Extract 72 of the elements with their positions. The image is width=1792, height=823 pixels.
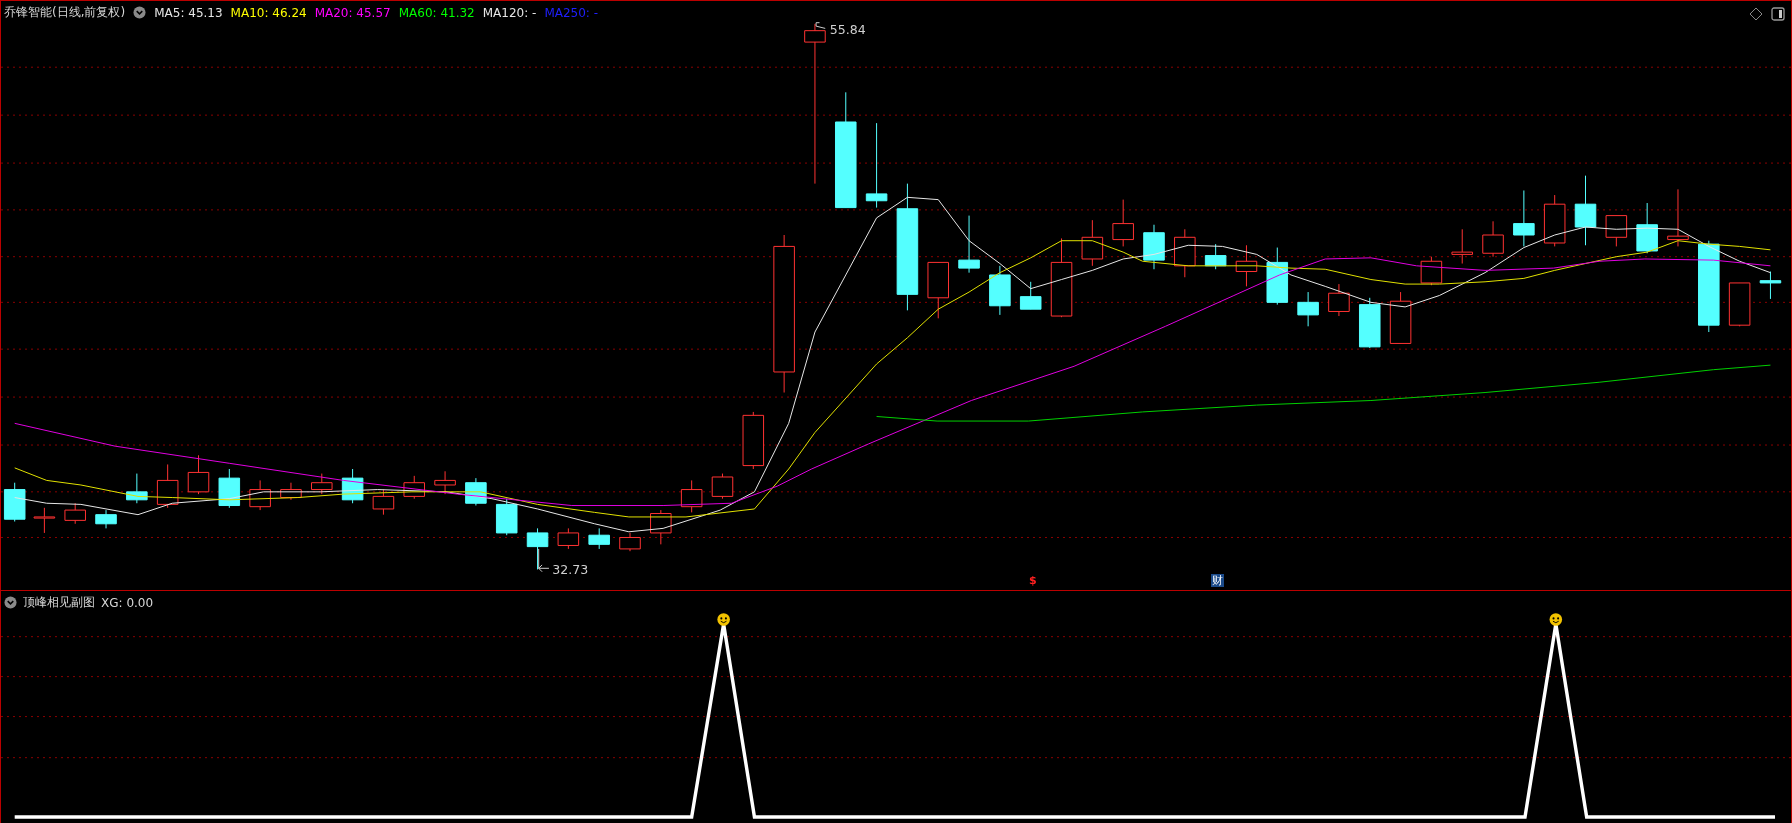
candlestick (1543, 194, 1566, 247)
candlestick (1667, 188, 1689, 247)
candlestick (711, 473, 734, 500)
candlestick (526, 527, 549, 570)
candlestick (3, 482, 26, 522)
candlestick (1759, 271, 1782, 300)
moving-average-value: MA250: - (544, 5, 599, 20)
candlestick (1019, 281, 1042, 310)
candlestick (588, 527, 610, 550)
candlestick (434, 470, 456, 495)
candlestick (465, 477, 487, 507)
candlestick (1359, 297, 1381, 349)
candlestick (187, 454, 210, 495)
moving-average-value: MA10: 46.24 (230, 5, 307, 20)
moving-average-value: MA120: - (482, 5, 537, 20)
candlestick (650, 509, 672, 545)
indicator-title: 顶峰相见副图 (23, 594, 95, 611)
candlestick (1420, 256, 1443, 286)
candlestick (64, 502, 86, 525)
candlestick (218, 468, 241, 509)
candlestick (280, 482, 302, 501)
candlestick (1174, 228, 1196, 278)
candlestick (1574, 175, 1597, 246)
candlestick (1605, 215, 1628, 247)
moving-average-value: MA20: 45.57 (314, 5, 391, 20)
candlestick (1081, 219, 1104, 267)
candlestick (1297, 291, 1319, 327)
high-price-label: 55.84 (829, 22, 866, 38)
moving-average-value: MA5: 45.13 (154, 5, 223, 20)
candlestick (1636, 202, 1658, 254)
candlestick (1143, 224, 1165, 270)
stock-title: 乔锋智能(日线,前复权) (4, 4, 126, 21)
indicator-value: XG: 0.00 (101, 595, 154, 610)
candlestick (1389, 291, 1412, 344)
candlestick (1482, 220, 1504, 258)
candlestick (495, 498, 518, 536)
candlestick (1513, 190, 1535, 247)
candlestick (557, 527, 580, 550)
candlestick (1112, 199, 1134, 247)
low-pointer-icon (538, 548, 550, 573)
candlestick (989, 265, 1011, 316)
candlestick (958, 215, 980, 274)
candlestick (1266, 247, 1289, 306)
event-marker[interactable]: 财 (1211, 574, 1224, 587)
candlestick (742, 411, 765, 470)
candlestick (1328, 283, 1350, 317)
low-price-label: 32.73 (552, 562, 589, 577)
candlestick (1728, 282, 1751, 327)
candlestick (927, 261, 949, 319)
event-marker[interactable]: $ (1029, 574, 1037, 587)
candlestick (619, 532, 641, 552)
diamond-icon[interactable] (1749, 7, 1763, 21)
smiley-icon (1549, 613, 1563, 626)
candlestick (1235, 244, 1258, 287)
candlestick (1204, 243, 1227, 270)
candlestick (156, 463, 179, 509)
candlestick (680, 479, 703, 513)
candlestick (372, 489, 395, 516)
smiley-icon (717, 613, 730, 626)
moving-average-value: MA60: 41.32 (398, 5, 475, 20)
candlestick (341, 468, 364, 504)
chevron-down-icon[interactable] (133, 6, 147, 19)
candlestick (95, 509, 117, 529)
high-pointer-icon (815, 22, 826, 29)
candlestick (1451, 228, 1473, 265)
candlestick (311, 473, 333, 495)
candlestick (403, 475, 426, 500)
candlestick (33, 507, 56, 534)
panel-toggle-icon[interactable] (1771, 7, 1785, 21)
candlestick (249, 479, 271, 511)
candlestick (126, 473, 148, 504)
chevron-down-icon[interactable] (4, 596, 17, 609)
